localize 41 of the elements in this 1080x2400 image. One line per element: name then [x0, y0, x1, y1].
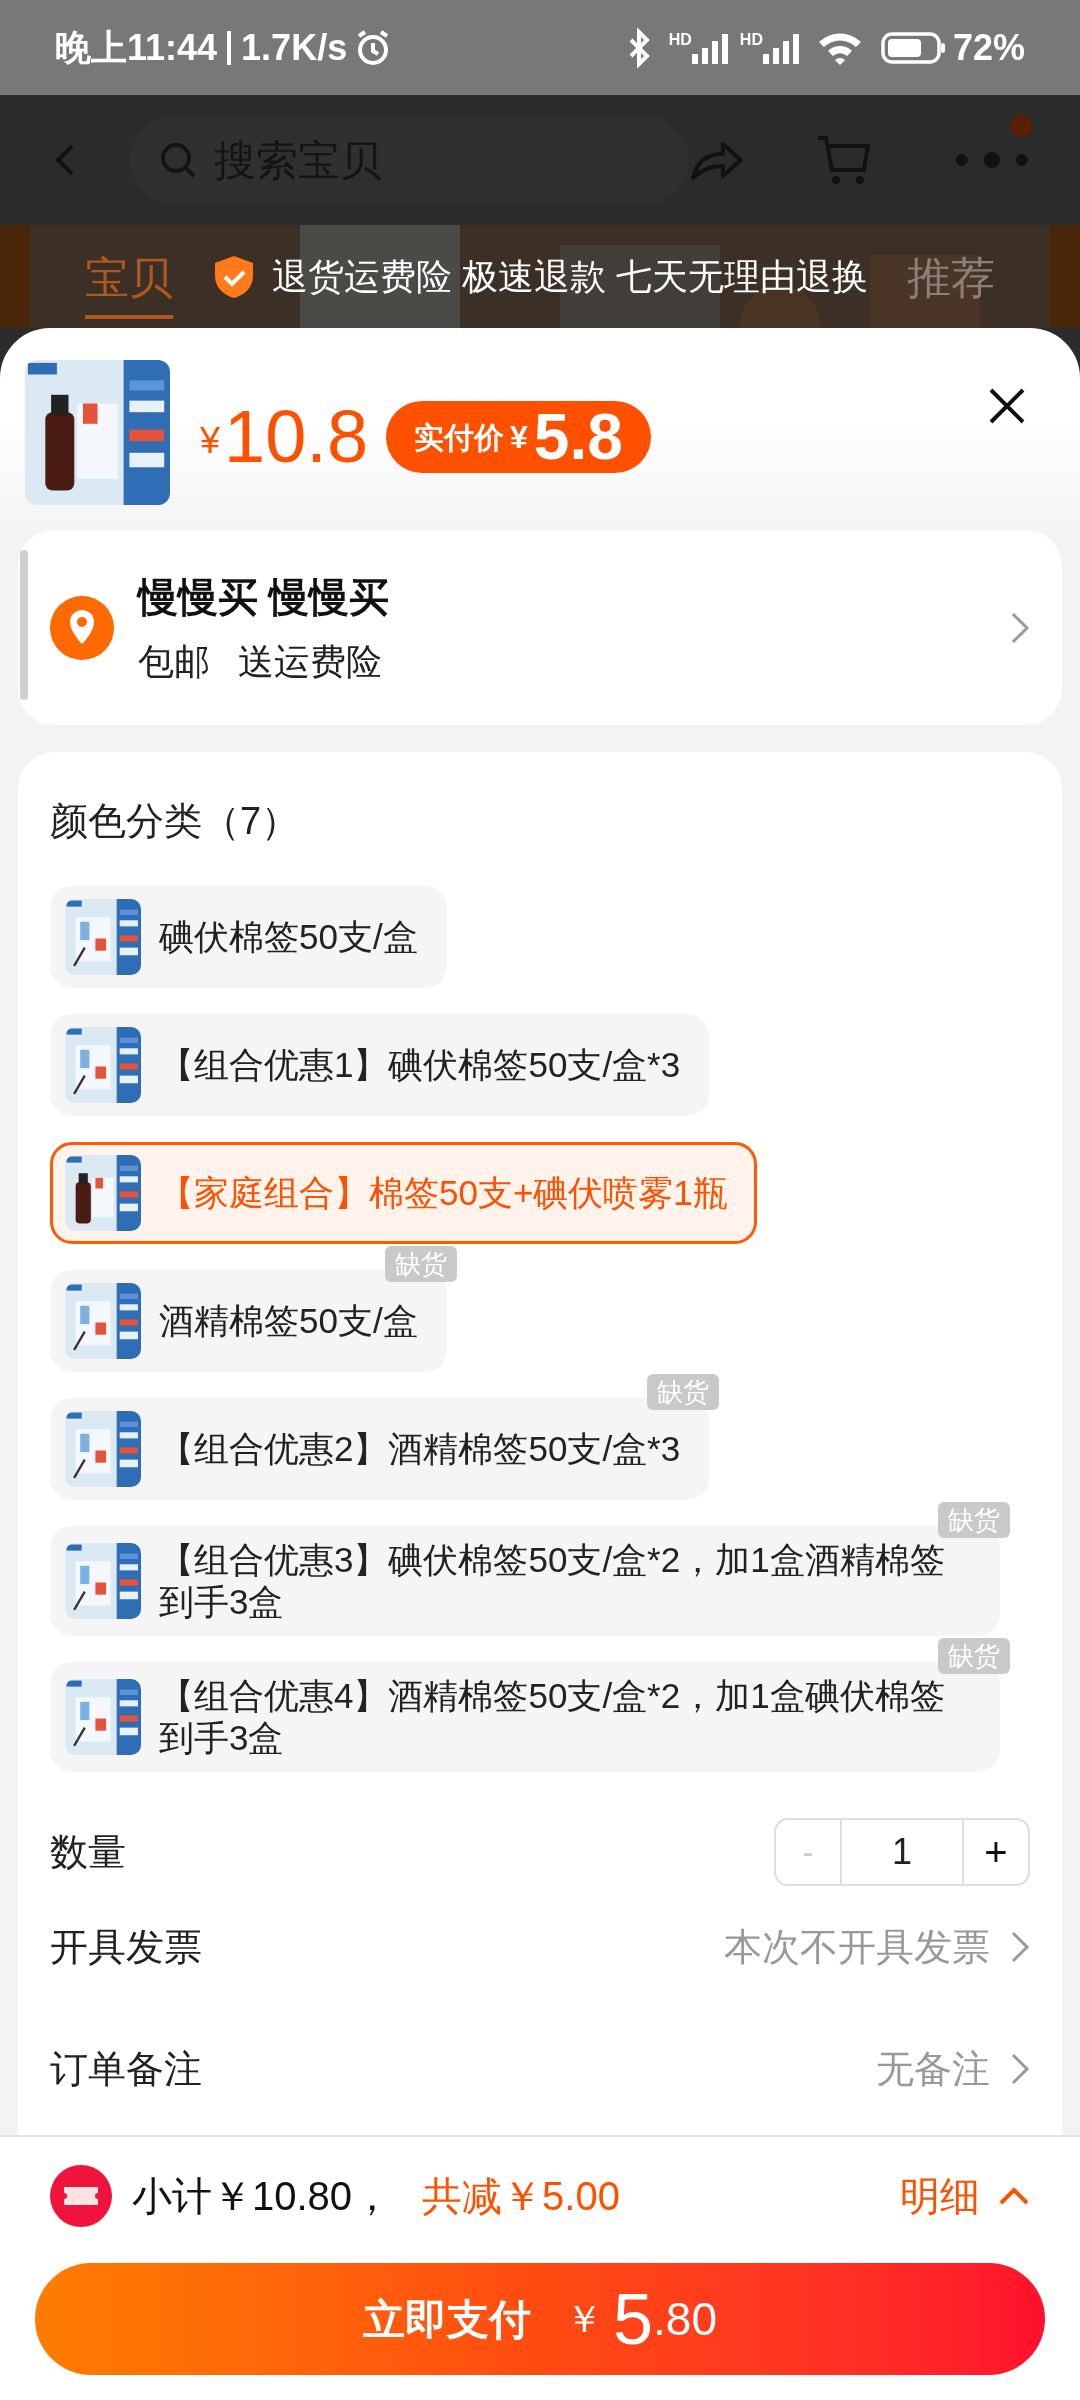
row-label: 订单备注 — [50, 2046, 202, 2092]
option-label: 【家庭组合】棉签50支+碘伏喷雾1瓶 — [159, 1172, 728, 1214]
battery-percentage: 72% — [952, 25, 1025, 70]
shipping-tag: 送运费险 — [238, 634, 382, 689]
row-label: 开具发票 — [50, 1924, 202, 1970]
pay-now-button[interactable]: 立即支付 ￥5.80 — [35, 2263, 1045, 2375]
location-icon — [50, 595, 114, 660]
option-chip[interactable]: 【组合优惠1】碘伏棉签50支/盒*3 — [50, 1014, 710, 1116]
subtotal-text: 小计￥10.80， — [132, 2173, 393, 2220]
service-guarantee-text: 退货运费险 极速退款 七天无理由退换 — [272, 254, 868, 299]
option-label: 【组合优惠1】碘伏棉签50支/盒*3 — [159, 1044, 681, 1086]
more-icon[interactable] — [954, 150, 1030, 170]
chevron-right-icon — [1010, 2052, 1030, 2086]
chevron-right-icon — [1010, 1930, 1030, 1964]
option-label: 【组合优惠3】碘伏棉签50支/盒*2，加1盒酒精棉签到手3盒 — [159, 1539, 946, 1623]
hd-label: HD — [739, 31, 763, 48]
option-label: 【组合优惠2】酒精棉签50支/盒*3 — [159, 1428, 681, 1470]
option-label: 酒精棉签50支/盒 — [159, 1300, 418, 1342]
option-label: 碘伏棉签50支/盒 — [159, 916, 418, 958]
quantity-label: 数量 — [50, 1829, 126, 1875]
caret-up-icon — [998, 2186, 1030, 2206]
battery-icon — [880, 30, 947, 65]
status-time: 晚上11:44 — [55, 25, 218, 70]
shield-check-icon — [212, 253, 256, 300]
increase-button[interactable]: + — [964, 1820, 1028, 1884]
close-icon[interactable] — [987, 386, 1027, 426]
price-currency: ¥ — [200, 419, 221, 463]
recipient-name: 慢慢买 慢慢买 — [138, 573, 390, 621]
discount-text: 共减￥5.00 — [422, 2173, 620, 2220]
section-title: 颜色分类（7） — [50, 802, 301, 840]
ticket-icon — [50, 2165, 112, 2227]
chevron-right-icon — [1010, 610, 1030, 645]
address-card[interactable]: 慢慢买 慢慢买 包邮 送运费险 — [18, 530, 1062, 725]
quantity-value[interactable]: 1 — [840, 1820, 964, 1884]
option-label: 【组合优惠4】酒精棉签50支/盒*2，加1盒碘伏棉签到手3盒 — [159, 1675, 946, 1759]
network-speed: 1.7K/s — [241, 25, 348, 70]
final-price-badge: 实付价 ¥5.8 — [386, 401, 651, 473]
shipping-tag: 包邮 — [138, 634, 210, 689]
product-price: 10.8 — [224, 400, 369, 474]
option-chip[interactable]: 碘伏棉签50支/盒 — [50, 886, 447, 988]
hd-label: HD — [668, 31, 692, 48]
